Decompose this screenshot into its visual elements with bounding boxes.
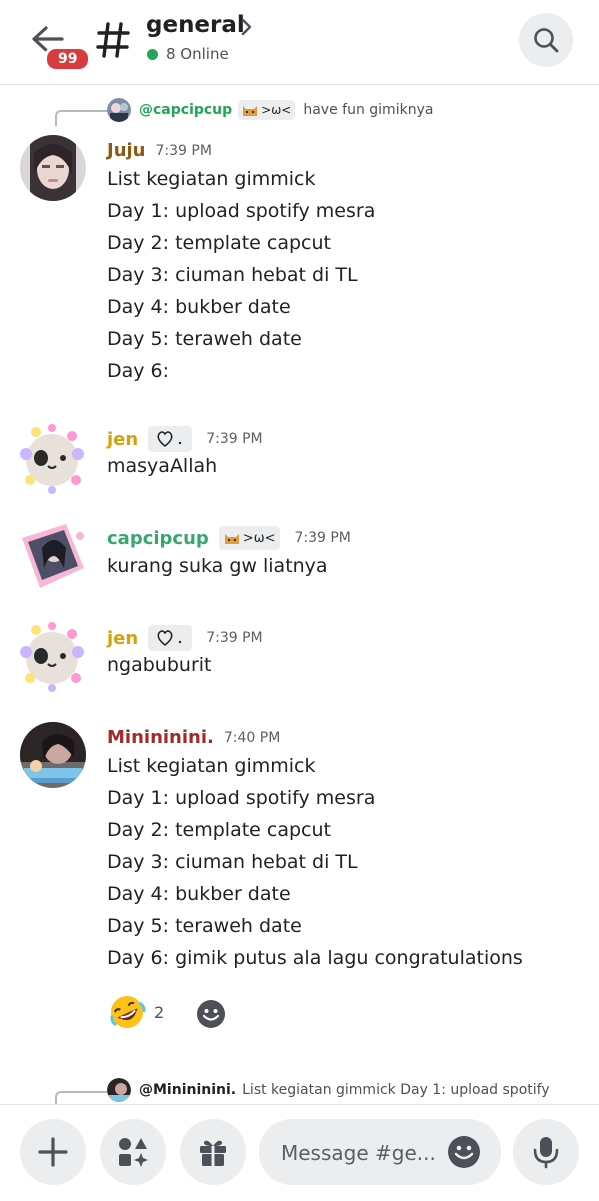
search-icon [534, 28, 559, 53]
apps-icon [119, 1138, 148, 1167]
message-line: List kegiatan gimmick [107, 168, 316, 190]
avatar[interactable] [14, 618, 90, 694]
attach-button[interactable] [20, 1119, 86, 1185]
message-line: ngabuburit [107, 654, 212, 676]
cat-icon [224, 534, 239, 544]
apps-button[interactable] [100, 1119, 166, 1185]
channel-header: 99 general 8 Online [0, 0, 599, 85]
reply-avatar [107, 98, 131, 122]
message-header: Minininini. 7:40 PM [107, 727, 280, 748]
message-line: masyaAllah [107, 455, 218, 477]
reply-text: have fun gimiknya [303, 102, 434, 118]
username[interactable]: jen [107, 628, 138, 649]
username[interactable]: capcipcup [107, 528, 209, 549]
message-line: kurang suka gw liatnya [107, 555, 328, 577]
hash-icon [96, 22, 130, 58]
unread-badge: 99 [44, 46, 92, 72]
timestamp: 7:40 PM [223, 729, 281, 746]
user-tag [148, 625, 193, 651]
cat-icon [243, 106, 258, 116]
username[interactable]: jen [107, 429, 138, 450]
user-tag-text: >ω< [261, 103, 292, 117]
timestamp: 7:39 PM [155, 142, 212, 159]
reply-username[interactable]: @capcipcup [139, 102, 232, 118]
message-header: Juju 7:39 PM [107, 140, 212, 161]
message-line: Day 6: [107, 360, 170, 382]
voice-button[interactable] [513, 1119, 579, 1185]
reply-preview[interactable]: @capcipcup >ω< have fun gimiknya [107, 98, 433, 122]
message-line: Day 1: upload spotify mesra [107, 200, 376, 222]
message-header: jen 7:39 PM [107, 625, 263, 651]
add-reaction-icon[interactable] [196, 999, 226, 1029]
message-composer [0, 1104, 599, 1201]
avatar[interactable] [14, 420, 90, 496]
timestamp: 7:39 PM [294, 530, 351, 546]
gift-button[interactable] [180, 1119, 246, 1185]
reply-connector [55, 110, 109, 126]
reaction-chip[interactable]: 2 [108, 992, 180, 1032]
reply-preview[interactable]: @Minininini. List kegiatan gimmick Day 1… [107, 1078, 550, 1102]
message-line: Day 2: template capcut [107, 819, 331, 841]
username[interactable]: Minininini. [107, 727, 214, 748]
timestamp: 7:39 PM [206, 431, 263, 447]
message-input[interactable] [279, 1137, 443, 1169]
reaction-count: 2 [154, 1002, 165, 1022]
user-tag-text: >ω< [242, 530, 276, 546]
timestamp: 7:39 PM [206, 630, 263, 646]
message-line: Day 3: ciuman hebat di TL [107, 851, 358, 873]
message-line: Day 1: upload spotify mesra [107, 787, 376, 809]
message-line: Day 2: template capcut [107, 232, 331, 254]
online-status: 8 Online [147, 45, 229, 63]
username[interactable]: Juju [107, 140, 146, 161]
heart-outline-icon [157, 431, 182, 447]
emoji-icon[interactable] [447, 1135, 481, 1169]
chevron-right-icon[interactable] [240, 16, 254, 38]
heart-outline-icon [157, 630, 182, 646]
message-line: Day 4: bukber date [107, 296, 291, 318]
message-line: Day 5: teraweh date [107, 328, 302, 350]
channel-name[interactable]: general [146, 12, 245, 38]
avatar[interactable] [20, 135, 86, 201]
search-button[interactable] [519, 13, 573, 67]
user-tag: >ω< [218, 526, 281, 550]
message-input-wrapper[interactable] [259, 1119, 501, 1185]
gift-icon [200, 1140, 226, 1166]
online-count: 8 Online [166, 45, 229, 63]
message-line: Day 5: teraweh date [107, 915, 302, 937]
rolling-on-floor-laughing-icon [110, 996, 146, 1028]
user-tag: >ω< [238, 100, 296, 120]
message-line: Day 4: bukber date [107, 883, 291, 905]
microphone-icon [533, 1137, 559, 1169]
user-tag [148, 426, 193, 452]
avatar[interactable] [14, 518, 90, 594]
message-header: capcipcup >ω< 7:39 PM [107, 526, 351, 550]
reply-text: List kegiatan gimmick Day 1: upload spot… [242, 1082, 550, 1098]
reply-username[interactable]: @Minininini. [139, 1082, 236, 1098]
reply-avatar [107, 1078, 131, 1102]
avatar[interactable] [20, 722, 86, 788]
message-line: Day 6: gimik putus ala lagu congratulati… [107, 947, 523, 969]
message-line: Day 3: ciuman hebat di TL [107, 264, 358, 286]
plus-icon [38, 1137, 68, 1167]
message-header: jen 7:39 PM [107, 426, 263, 452]
online-dot [147, 48, 158, 60]
message-line: List kegiatan gimmick [107, 755, 316, 777]
